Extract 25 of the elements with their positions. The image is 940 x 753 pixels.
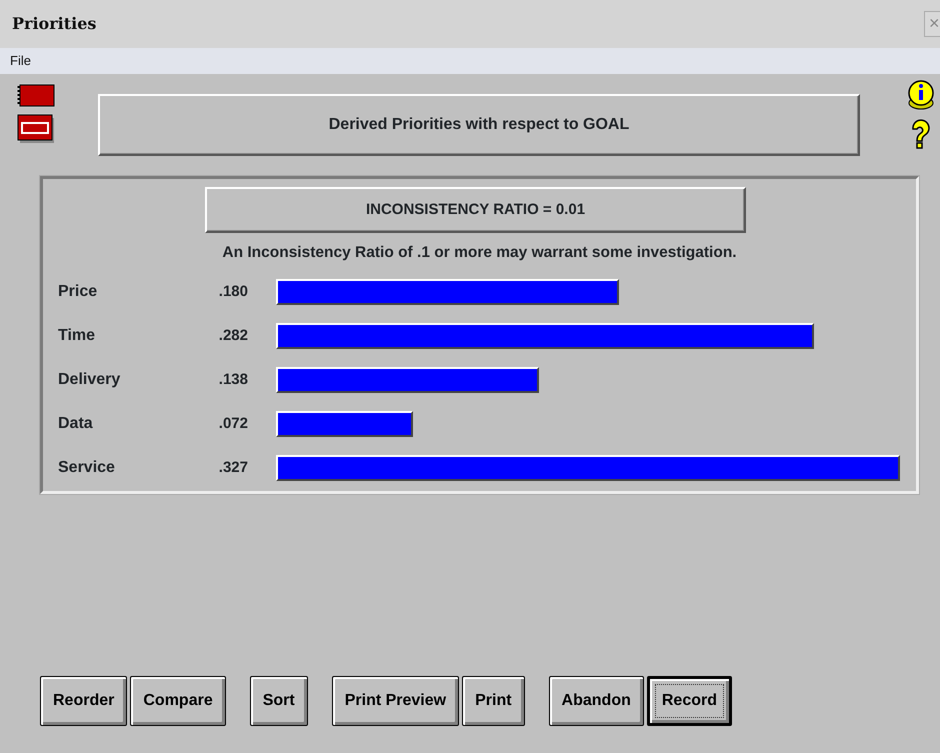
criterion-label: Time — [57, 326, 96, 346]
dialog-button[interactable]: Sort — [250, 676, 308, 726]
dialog-button[interactable]: Print Preview — [332, 676, 460, 726]
criterion-label: Delivery — [57, 370, 122, 390]
inconsistency-note: An Inconsistency Ratio of .1 or more may warrant some investigation. — [221, 243, 738, 263]
dialog-button[interactable]: Compare — [130, 676, 226, 726]
criterion-label: Price — [57, 282, 98, 302]
priority-value: .072 — [218, 414, 248, 434]
notebook-icon[interactable] — [16, 82, 56, 108]
info-icon[interactable] — [906, 78, 936, 112]
dialog-button[interactable]: Record — [646, 676, 732, 726]
priority-value: .138 — [218, 370, 248, 390]
priority-value: .180 — [218, 282, 248, 302]
dialog-button[interactable]: Reorder — [40, 676, 128, 726]
dialog-button[interactable]: Abandon — [548, 676, 644, 726]
priority-value: .282 — [218, 326, 248, 346]
header-panel: Derived Priorities with respect to GOAL — [98, 94, 860, 156]
dialog-button[interactable]: Print — [462, 676, 525, 726]
criterion-label: Service — [57, 458, 116, 478]
window-title: Priorities — [12, 13, 96, 35]
menu-item[interactable]: File — [10, 51, 31, 71]
inconsistency-ratio-label: INCONSISTENCY RATIO = 0.01 — [205, 187, 746, 233]
priority-value: .327 — [218, 458, 248, 478]
criterion-label: Data — [57, 414, 94, 434]
abc-book-icon[interactable] — [16, 114, 56, 144]
